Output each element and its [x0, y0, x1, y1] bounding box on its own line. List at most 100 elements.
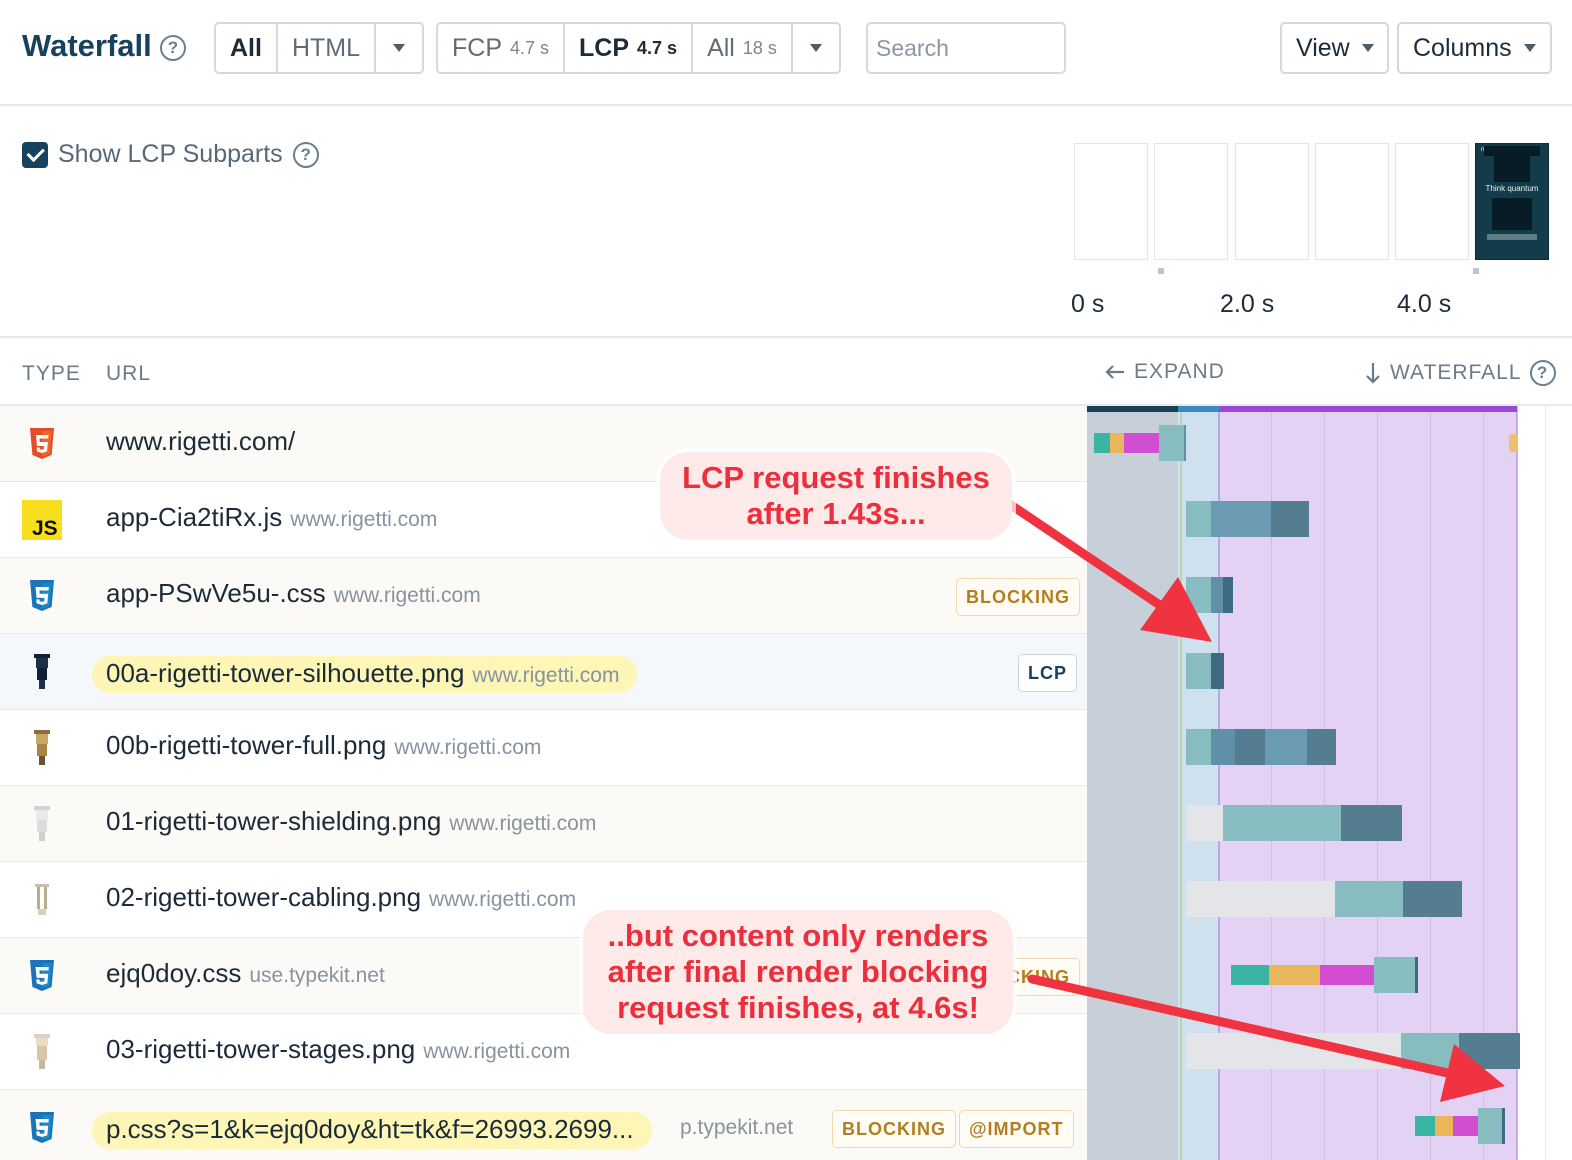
download-segment[interactable] — [1211, 653, 1224, 689]
wait-segment[interactable] — [1159, 425, 1184, 461]
wait-segment[interactable] — [1374, 957, 1415, 993]
table-row[interactable]: p.css?s=1&k=ejq0doy&ht=tk&f=26993.2699..… — [0, 1090, 1087, 1160]
download-segment[interactable] — [1235, 729, 1265, 765]
css-file-icon — [30, 1112, 54, 1143]
wait-segment[interactable] — [1478, 1108, 1502, 1144]
metric-filter: FCP 4.7 s LCP 4.7 s All 18 s — [436, 22, 841, 74]
tower-graphic — [1484, 146, 1540, 156]
filmstrip-frame[interactable] — [1154, 143, 1228, 260]
help-icon[interactable]: ? — [1529, 360, 1556, 386]
help-icon[interactable]: ? — [292, 141, 319, 168]
tower-image-thumbnail-icon — [34, 1034, 50, 1069]
ssl-segment[interactable] — [1124, 433, 1159, 453]
wait-segment[interactable] — [1186, 501, 1211, 537]
filmstrip-frame[interactable] — [1315, 143, 1389, 260]
waterfall-column-header[interactable]: WATERFALL ? — [1364, 360, 1556, 386]
dns-segment[interactable] — [1094, 433, 1110, 453]
ssl-segment[interactable] — [1320, 965, 1374, 985]
checkbox-checked-icon[interactable] — [22, 141, 48, 168]
filmstrip-frame[interactable] — [1395, 143, 1469, 260]
filter-fcp-button[interactable]: FCP 4.7 s — [438, 24, 566, 72]
column-header-type[interactable]: TYPE — [22, 362, 81, 386]
download-segment[interactable] — [1211, 729, 1235, 765]
late-request-marker[interactable] — [1509, 434, 1518, 452]
download-segment[interactable] — [1403, 881, 1462, 917]
resource-name: p.css?s=1&k=ejq0doy&ht=tk&f=26993.2699..… — [106, 1114, 634, 1144]
queued-segment[interactable] — [1186, 805, 1223, 841]
metric-filter-dropdown[interactable] — [793, 24, 839, 72]
chevron-down-icon — [1523, 44, 1536, 52]
columns-button[interactable]: Columns — [1397, 22, 1552, 74]
table-row[interactable]: 00b-rigetti-tower-full.png www.rigetti.c… — [0, 710, 1087, 786]
toolbar: Waterfall ? All HTML FCP 4.7 s LCP 4.7 s… — [0, 0, 1572, 106]
view-button[interactable]: View — [1280, 22, 1389, 74]
queued-segment[interactable] — [1186, 1033, 1401, 1069]
filmstrip-frame[interactable] — [1235, 143, 1309, 260]
wait-segment[interactable] — [1401, 1033, 1459, 1069]
filmstrip-frame[interactable] — [1074, 143, 1148, 260]
download-segment[interactable] — [1265, 729, 1307, 765]
download-segment[interactable] — [1341, 805, 1402, 841]
type-filter-dropdown[interactable] — [376, 24, 422, 72]
row-url-highlighted: p.css?s=1&k=ejq0doy&ht=tk&f=26993.2699..… — [92, 1112, 652, 1149]
filter-all-time-button[interactable]: All 18 s — [693, 24, 793, 72]
table-row[interactable]: 01-rigetti-tower-shielding.png www.riget… — [0, 786, 1087, 862]
download-segment[interactable] — [1307, 729, 1336, 765]
wait-segment[interactable] — [1223, 805, 1341, 841]
dns-segment[interactable] — [1231, 965, 1269, 985]
connect-segment[interactable] — [1110, 433, 1124, 453]
filter-all-button[interactable]: All — [216, 24, 278, 72]
wait-segment[interactable] — [1186, 729, 1211, 765]
resource-name: ejq0doy.css — [106, 958, 242, 988]
grid-line — [1545, 406, 1546, 1160]
download-segment[interactable] — [1223, 577, 1233, 613]
dns-segment[interactable] — [1415, 1116, 1435, 1136]
help-icon[interactable]: ? — [160, 35, 186, 61]
tower-image-thumbnail-icon — [34, 806, 50, 841]
css-file-icon — [30, 580, 54, 611]
download-segment[interactable] — [1211, 577, 1223, 613]
phase-bar-load — [1178, 406, 1219, 412]
row-url: app-Cia2tiRx.js www.rigetti.com — [106, 502, 437, 533]
lcp-label: LCP — [579, 33, 630, 62]
filter-lcp-button[interactable]: LCP 4.7 s — [565, 24, 694, 72]
show-lcp-subparts-toggle[interactable]: Show LCP Subparts ? — [22, 140, 319, 169]
download-segment[interactable] — [1502, 1108, 1505, 1144]
resource-domain: www.rigetti.com — [423, 1040, 571, 1063]
ssl-segment[interactable] — [1453, 1116, 1478, 1136]
import-badge: @IMPORT — [959, 1110, 1074, 1148]
row-url: 03-rigetti-tower-stages.png www.rigetti.… — [106, 1034, 570, 1065]
annotation-line: LCP request finishes — [682, 460, 990, 495]
timeline-label: 4.0 s — [1397, 290, 1452, 318]
type-filter: All HTML — [214, 22, 425, 74]
connect-segment[interactable] — [1435, 1116, 1453, 1136]
filmstrip-frame-rendered[interactable]: rigetti Think quantum — [1475, 143, 1549, 260]
connect-segment[interactable] — [1269, 965, 1320, 985]
row-url: 00b-rigetti-tower-full.png www.rigetti.c… — [106, 730, 541, 761]
resource-name: 01-rigetti-tower-shielding.png — [106, 806, 442, 836]
annotation-line: after final render blocking — [607, 954, 989, 989]
expand-button[interactable]: EXPAND — [1104, 360, 1225, 384]
resource-name: 03-rigetti-tower-stages.png — [106, 1034, 416, 1064]
filter-html-button[interactable]: HTML — [278, 24, 377, 72]
wait-segment[interactable] — [1186, 577, 1211, 613]
table-row[interactable]: app-PSwVe5u-.css www.rigetti.com BLOCKIN… — [0, 558, 1087, 634]
resource-domain: www.rigetti.com — [429, 888, 577, 911]
download-segment[interactable] — [1211, 501, 1271, 537]
download-segment[interactable] — [1415, 957, 1418, 993]
tower-image-thumbnail-icon — [34, 654, 50, 689]
phase-bar-render — [1219, 406, 1517, 412]
download-segment[interactable] — [1271, 501, 1309, 537]
row-url: app-PSwVe5u-.css www.rigetti.com — [106, 578, 481, 609]
wait-segment[interactable] — [1335, 881, 1403, 917]
wait-segment[interactable] — [1186, 653, 1211, 689]
column-header-url[interactable]: URL — [106, 362, 151, 386]
download-segment[interactable] — [1459, 1033, 1520, 1069]
table-row[interactable]: 00a-rigetti-tower-silhouette.png www.rig… — [0, 634, 1087, 710]
queued-segment[interactable] — [1186, 881, 1335, 917]
all-value: 18 s — [742, 37, 777, 58]
resource-name: www.rigetti.com/ — [106, 426, 296, 456]
search-input[interactable] — [866, 22, 1066, 74]
blocking-phase-region — [1087, 406, 1178, 1160]
download-segment[interactable] — [1184, 425, 1186, 461]
